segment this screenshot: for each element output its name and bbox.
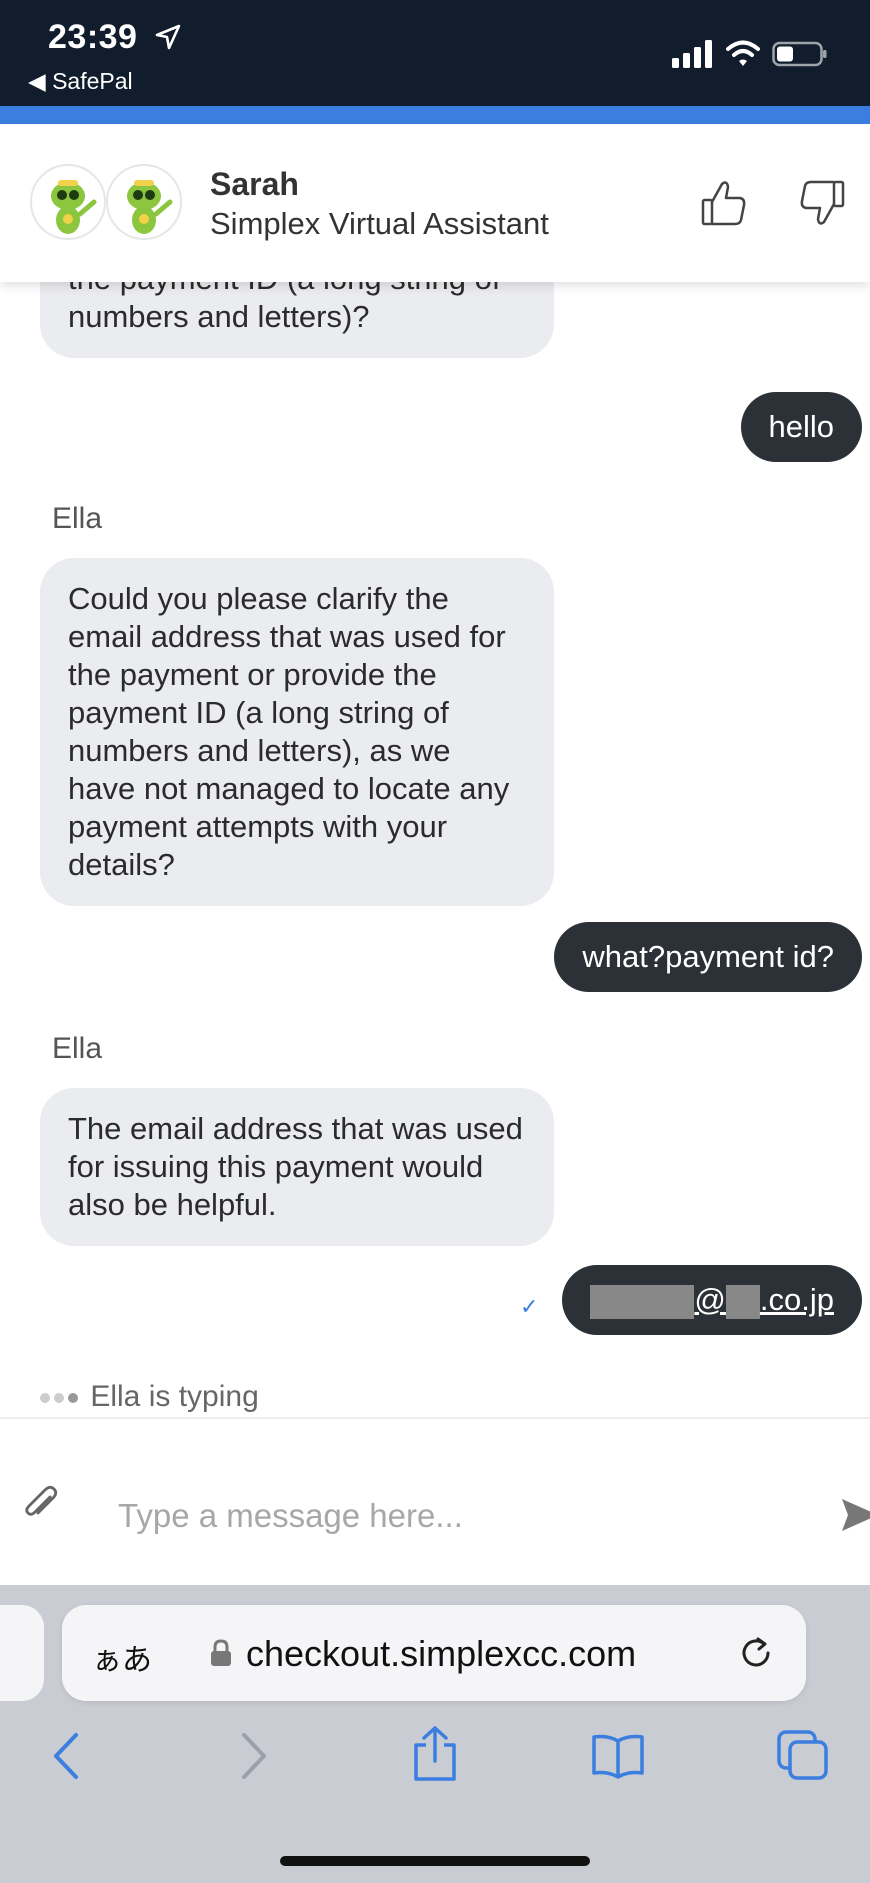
email-domain: .co.jp [759, 1282, 834, 1317]
forward-icon[interactable] [236, 1731, 272, 1781]
bot-message-bubble: The email address that was used for issu… [40, 1088, 554, 1246]
redacted-block [590, 1284, 695, 1319]
message-list[interactable]: the payment ID (a long string of numbers… [0, 282, 870, 1417]
share-icon[interactable] [410, 1725, 460, 1783]
typing-dot [40, 1393, 50, 1404]
message-input[interactable] [118, 1491, 718, 1541]
agent-name: Sarah [210, 166, 299, 202]
thumbs-up-icon[interactable] [700, 178, 748, 228]
sender-name: Ella [52, 502, 103, 535]
email-link[interactable]: @ .co.jp [590, 1282, 834, 1319]
typing-text: Ella is typing [90, 1380, 259, 1413]
header-accent-bar [0, 106, 870, 124]
robot-icon [51, 180, 97, 234]
send-icon[interactable] [840, 1495, 870, 1535]
status-bar: 23:39 ◀ SafePal [0, 0, 870, 106]
home-indicator [280, 1856, 590, 1866]
user-message-bubble: @ .co.jp [562, 1265, 862, 1335]
back-icon[interactable] [48, 1731, 84, 1781]
redacted-block [725, 1284, 760, 1319]
back-to-app-link[interactable]: ◀ SafePal [28, 68, 133, 95]
url-text[interactable]: checkout.simplexcc.com [246, 1633, 636, 1675]
status-time: 23:39 [48, 18, 138, 56]
bookmarks-icon[interactable] [590, 1733, 646, 1779]
thumbs-down-icon[interactable] [798, 178, 846, 228]
typing-dot [54, 1393, 64, 1404]
wifi-icon [726, 40, 760, 66]
location-arrow-icon [155, 24, 181, 50]
bot-avatar [30, 164, 106, 240]
typing-indicator: Ella is typing [40, 1380, 259, 1414]
bot-avatar [106, 164, 182, 240]
message-text: hello [768, 409, 835, 444]
battery-icon [772, 41, 827, 67]
message-text: the payment ID (a long string of numbers… [68, 282, 501, 334]
reload-icon[interactable] [738, 1635, 774, 1671]
tabs-icon[interactable] [776, 1729, 830, 1781]
email-at: @ [694, 1282, 726, 1317]
agent-title: Simplex Virtual Assistant [210, 206, 549, 241]
user-message-bubble: what?payment id? [554, 922, 862, 992]
cellular-signal-icon [672, 40, 712, 68]
text-size-button[interactable]: ぁあ [92, 1635, 152, 1679]
sent-check-icon: ✓ [520, 1294, 539, 1319]
chat-header: Sarah Simplex Virtual Assistant [0, 124, 870, 282]
address-bar[interactable]: ぁあ checkout.simplexcc.com [62, 1605, 806, 1701]
message-composer [0, 1417, 870, 1585]
browser-toolbar: ぁあ checkout.simplexcc.com [0, 1585, 870, 1883]
robot-icon [127, 180, 173, 234]
previous-tab-preview[interactable] [0, 1605, 44, 1701]
message-text: Could you please clarify the email addre… [68, 581, 510, 882]
bot-message-bubble: Could you please clarify the email addre… [40, 558, 554, 906]
attachment-icon[interactable] [22, 1483, 58, 1523]
sender-name: Ella [52, 1032, 103, 1065]
message-text: The email address that was used for issu… [68, 1111, 523, 1222]
message-text: what?payment id? [582, 939, 834, 974]
typing-dot [68, 1393, 78, 1404]
lock-icon [211, 1639, 231, 1666]
user-message-bubble: hello [740, 392, 862, 462]
bot-message-bubble: the payment ID (a long string of numbers… [40, 282, 554, 358]
